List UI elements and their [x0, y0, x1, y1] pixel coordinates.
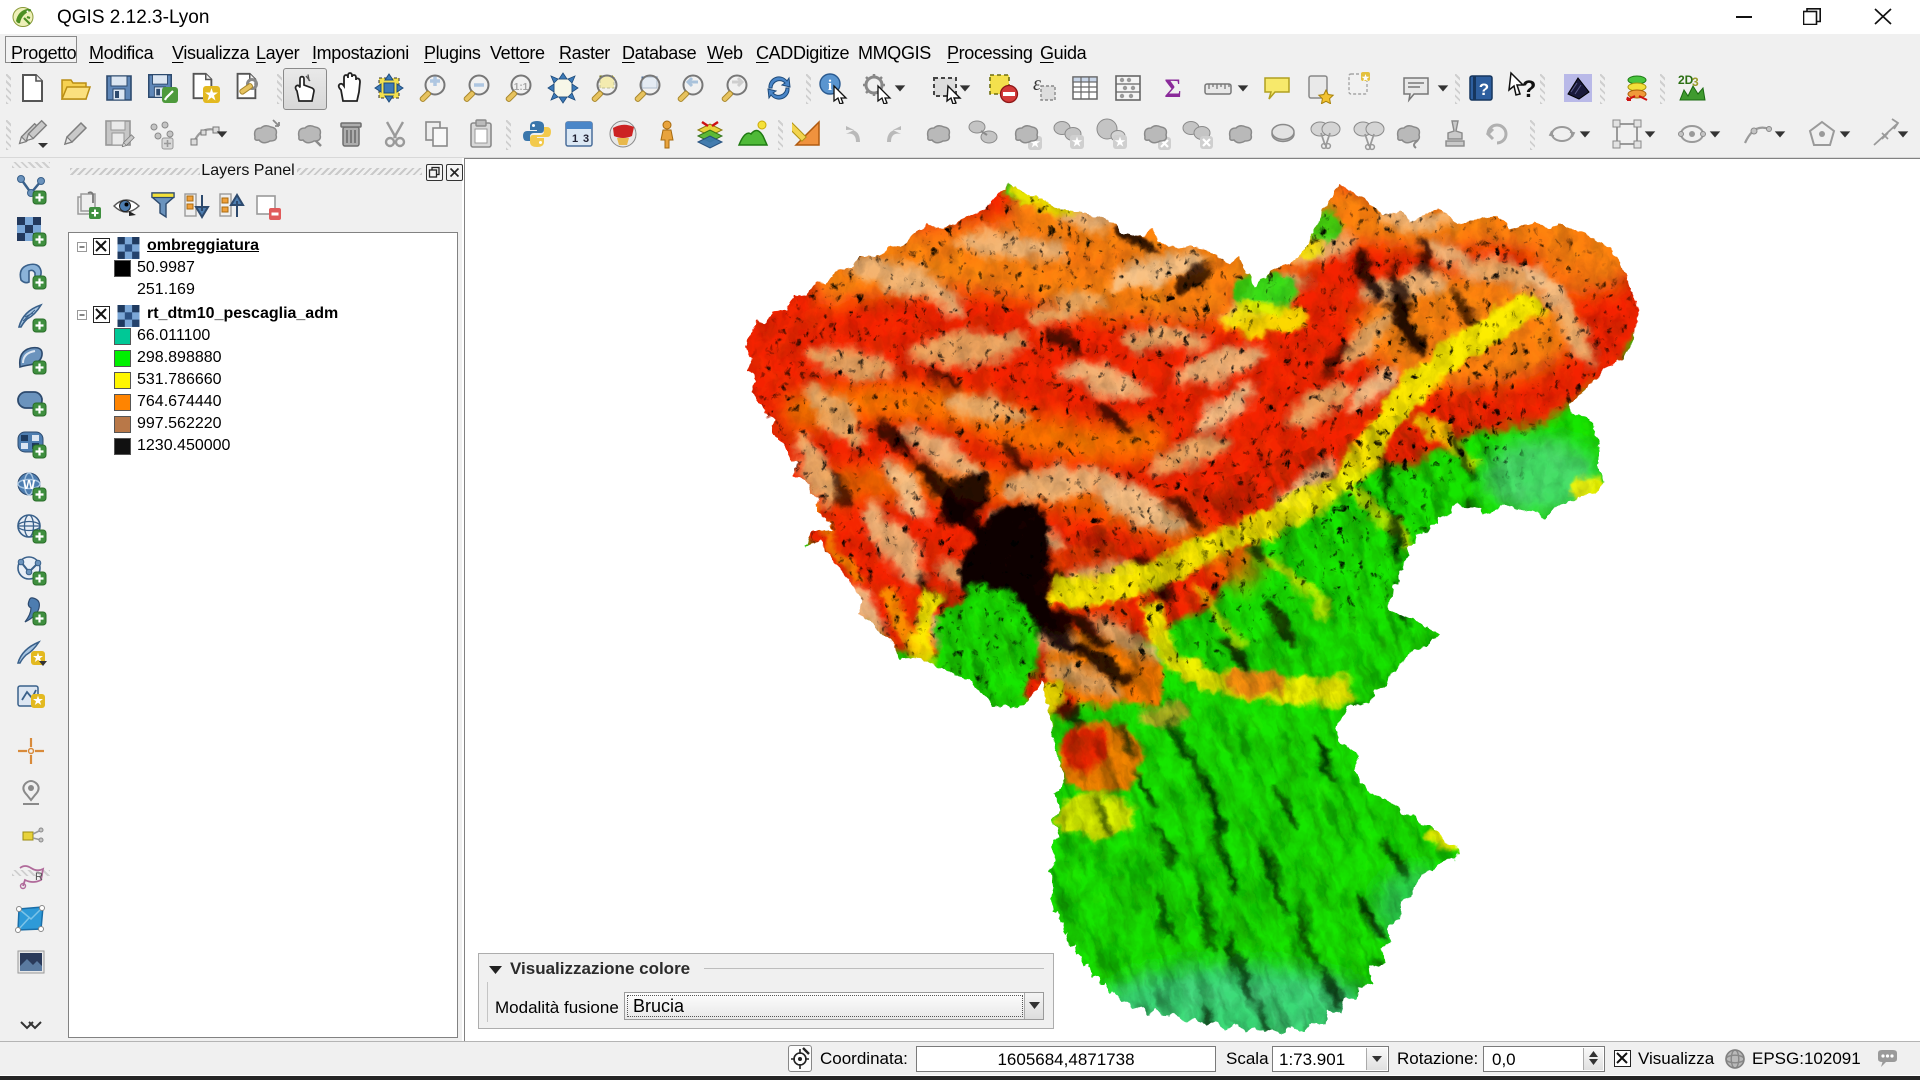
- svg-text:?: ?: [1522, 76, 1537, 103]
- svg-text:R: R: [35, 871, 43, 883]
